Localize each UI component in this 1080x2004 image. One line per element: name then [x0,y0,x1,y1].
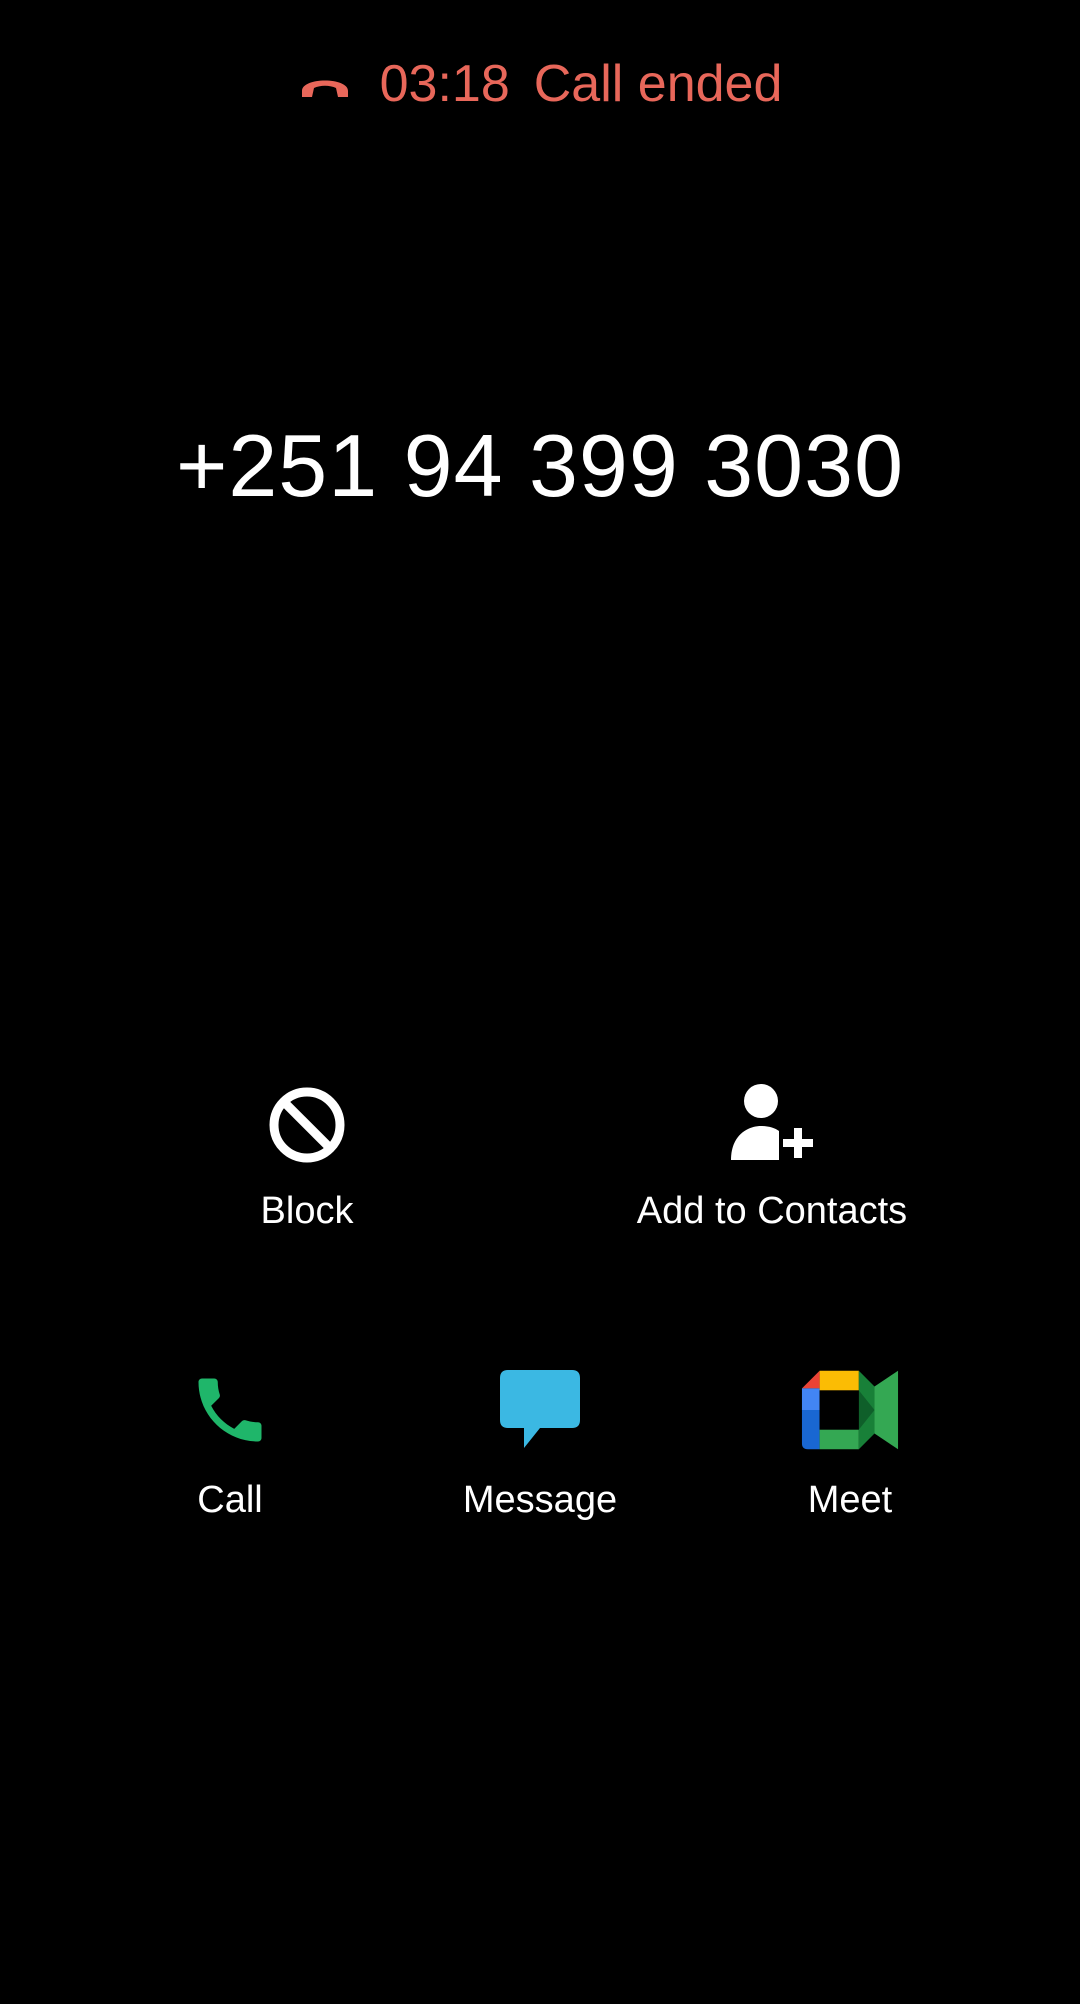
phone-icon [180,1365,280,1455]
message-bubble-icon [490,1365,590,1455]
call-label: Call [197,1479,263,1521]
call-status-text: Call ended [533,55,783,113]
message-button[interactable]: Message [430,1365,650,1522]
message-label: Message [462,1479,618,1521]
meet-button[interactable]: Meet [770,1365,930,1522]
block-icon [262,1080,352,1170]
add-to-contacts-button[interactable]: Add to Contacts [612,1080,932,1233]
call-button[interactable]: Call [150,1365,310,1522]
add-to-contacts-label: Add to Contacts [636,1190,908,1232]
block-button[interactable]: Block [207,1080,407,1233]
call-duration: 03:18 [379,55,510,113]
add-person-icon [727,1080,817,1170]
block-label: Block [260,1190,354,1232]
caller-number: +251 94 399 3030 [175,416,905,515]
call-status: 03:18 Call ended [0,48,1080,120]
meet-label: Meet [807,1479,893,1521]
google-meet-icon [800,1365,900,1455]
call-end-icon [298,64,352,104]
